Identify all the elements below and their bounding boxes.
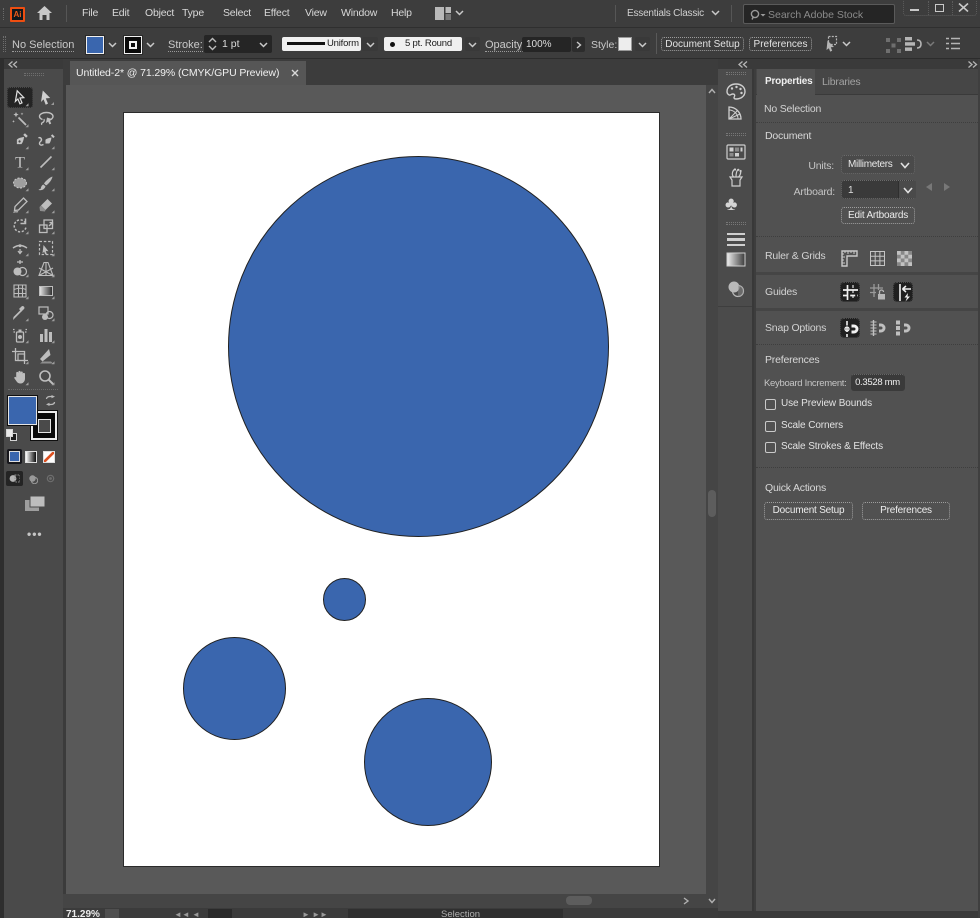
svg-text:T: T <box>15 154 25 171</box>
